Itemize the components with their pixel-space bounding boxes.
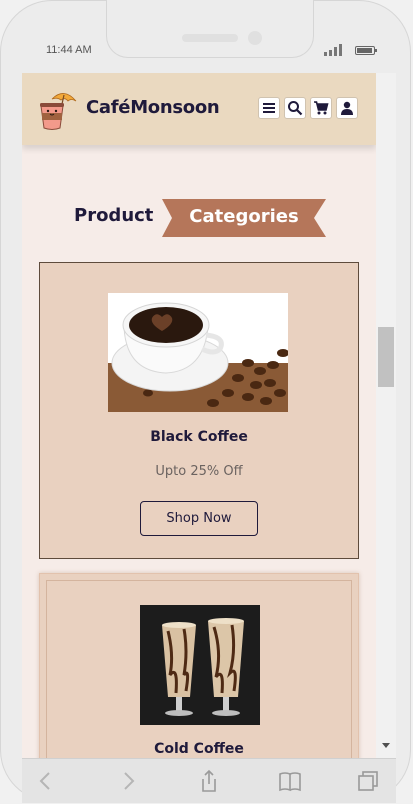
card-discount: Upto 25% Off (155, 464, 243, 479)
heading-ribbon: Categories (162, 199, 326, 237)
battery-icon (355, 46, 377, 55)
back-icon[interactable] (34, 769, 58, 793)
black-coffee-image (108, 293, 288, 412)
logo-icon[interactable] (36, 89, 80, 133)
shop-now-button[interactable]: Shop Now (140, 501, 258, 536)
browser-viewport: CaféMonsoon Product Categories Black Cof… (22, 73, 376, 758)
search-icon (288, 101, 303, 116)
user-icon (341, 101, 353, 115)
tabs-icon[interactable] (356, 769, 380, 793)
site-header: CaféMonsoon (22, 73, 376, 145)
speaker-grille (182, 34, 238, 42)
category-card-cold-coffee: Cold Coffee (39, 573, 359, 758)
share-icon[interactable] (197, 769, 221, 793)
forward-icon[interactable] (116, 769, 140, 793)
brand-name[interactable]: CaféMonsoon (86, 97, 220, 118)
status-time: 11:44 AM (46, 44, 92, 56)
signal-icon (324, 44, 346, 56)
menu-button[interactable] (258, 97, 280, 119)
menu-icon (263, 103, 275, 113)
browser-toolbar (22, 758, 396, 803)
bookmarks-icon[interactable] (278, 769, 302, 793)
heading-categories: Categories (189, 206, 299, 227)
card-title: Cold Coffee (154, 741, 244, 757)
scrollbar-thumb[interactable] (378, 327, 394, 387)
section-heading: Product Categories (74, 199, 334, 237)
cart-icon (314, 101, 329, 115)
card-title: Black Coffee (150, 429, 248, 445)
cart-button[interactable] (310, 97, 332, 119)
search-button[interactable] (284, 97, 306, 119)
front-camera (248, 31, 262, 45)
page-scrollbar[interactable] (376, 73, 396, 758)
phone-notch (106, 0, 314, 58)
heading-product: Product (74, 205, 154, 226)
scroll-down-arrow-icon[interactable] (382, 743, 390, 748)
category-card-black-coffee: Black Coffee Upto 25% Off Shop Now (39, 262, 359, 559)
cold-coffee-image (140, 605, 260, 725)
account-button[interactable] (336, 97, 358, 119)
